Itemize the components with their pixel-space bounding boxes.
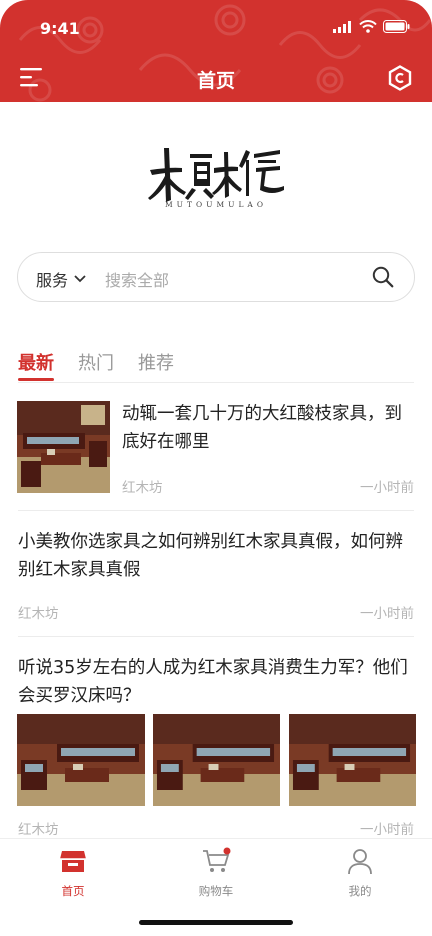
search-scope-dropdown[interactable]: 服务 <box>36 267 86 291</box>
article-card[interactable]: 动辄一套几十万的大红酸枝家具，到底好在哪里 <box>122 400 417 456</box>
article-thumbnail[interactable] <box>17 401 110 493</box>
article-card[interactable]: 小美教你选家具之如何辨别红木家具真假，如何辨别红木家具真假 <box>18 528 414 584</box>
search-bar: 服务 搜索全部 <box>17 252 415 302</box>
article-source: 红木坊 <box>18 606 59 622</box>
article-source: 红木坊 <box>122 480 163 496</box>
status-time: 9:41 <box>40 19 80 38</box>
wifi-icon <box>359 20 377 33</box>
tab-hot[interactable]: 热门 <box>78 349 114 375</box>
divider <box>18 510 414 511</box>
search-scope-label: 服务 <box>36 271 69 290</box>
search-input[interactable]: 搜索全部 <box>105 267 169 291</box>
article-card[interactable]: 听说35岁左右的人成为红木家具消费生力军？他们会买罗汉床吗？ <box>18 654 414 710</box>
top-header: 9:41 首页 <box>0 0 432 102</box>
active-tab-indicator <box>18 378 54 381</box>
shop-icon <box>60 851 86 872</box>
chevron-down-icon <box>74 275 86 283</box>
article-title: 动辄一套几十万的大红酸枝家具，到底好在哪里 <box>122 404 402 452</box>
divider <box>18 636 414 637</box>
article-time: 一小时前 <box>360 606 414 622</box>
tabbar-label: 首页 <box>61 884 85 898</box>
article-source: 红木坊 <box>18 822 59 838</box>
tabbar-label: 购物车 <box>198 884 234 898</box>
tabbar-item-home[interactable]: 首页 <box>33 847 113 899</box>
status-icons <box>333 20 410 33</box>
article-image[interactable] <box>289 714 416 806</box>
user-icon <box>348 849 372 875</box>
brand-logo: MUTOUMULAO <box>146 140 286 216</box>
battery-icon <box>383 20 410 33</box>
tabbar-label: 我的 <box>348 884 372 898</box>
cart-icon <box>203 847 231 872</box>
article-time: 一小时前 <box>360 822 414 838</box>
cart-badge <box>223 847 231 855</box>
tab-recommended[interactable]: 推荐 <box>138 349 174 375</box>
home-indicator <box>139 920 293 925</box>
category-tabs: 最新 热门 推荐 <box>18 349 414 383</box>
page-title: 首页 <box>196 70 235 92</box>
tabbar-item-cart[interactable]: 购物车 <box>176 847 256 899</box>
tab-latest[interactable]: 最新 <box>18 349 54 375</box>
article-title: 听说35岁左右的人成为红木家具消费生力军？他们会买罗汉床吗？ <box>18 658 408 706</box>
signal-icon <box>333 20 351 33</box>
article-time: 一小时前 <box>360 480 414 496</box>
settings-hexagon-icon[interactable] <box>388 65 412 91</box>
article-image[interactable] <box>17 714 145 806</box>
logo-subtext: MUTOUMULAO <box>165 200 267 209</box>
article-image[interactable] <box>153 714 280 806</box>
article-title: 小美教你选家具之如何辨别红木家具真假，如何辨别红木家具真假 <box>18 532 403 580</box>
search-icon[interactable] <box>372 266 394 288</box>
tabbar-item-profile[interactable]: 我的 <box>320 847 400 899</box>
